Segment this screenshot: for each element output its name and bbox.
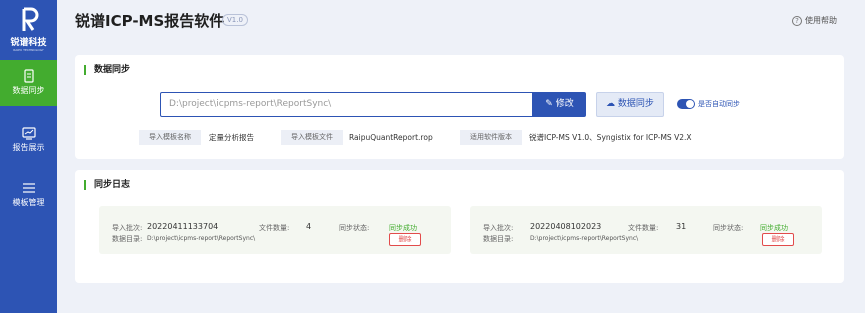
edit-icon: ✎ [545,99,553,109]
brand-name-cn: 锐谱科技 [10,38,47,48]
dir-label: 数据目录: [483,235,514,243]
app-title: 锐谱ICP-MS报告软件 [75,12,225,30]
count-label: 文件数量: [259,224,290,232]
sync-path-input[interactable]: D:\project\icpms-report\ReportSync\ [160,92,533,117]
data-sync-panel: 数据同步 D:\project\icpms-report\ReportSync\… [75,55,844,159]
batch-value: 20220408102023 [530,222,602,231]
software-version-value: 锐谱ICP-MS V1.0、Syngistix for ICP-MS V2.X [529,133,692,142]
status-value: 同步成功 [389,224,417,232]
edit-button-label: 修改 [555,99,574,109]
delete-button[interactable]: 删除 [389,233,421,246]
report-display-icon [21,127,36,140]
count-value: 31 [676,222,687,231]
panel-title: 数据同步 [84,65,130,75]
help-link[interactable]: ? 使用帮助 [792,15,837,26]
document-sync-icon [23,69,34,83]
sidebar: 锐谱科技 RAIPU TECHNOLOGY 数据同步 报告展示 模板管理 [0,0,57,313]
dir-value: D:\project\icpms-report\ReportSync\ [530,235,639,242]
count-label: 文件数量: [628,224,659,232]
template-file-label: 导入模板文件 [281,130,343,145]
status-label: 同步状态: [713,224,744,232]
help-label: 使用帮助 [805,16,837,25]
template-file-value: RaipuQuantReport.rop [349,133,433,142]
delete-button[interactable]: 删除 [762,233,794,246]
panel-title: 同步日志 [84,180,130,190]
cloud-sync-icon: ☁ [606,99,616,109]
batch-value: 20220411133704 [147,222,219,231]
question-icon: ? [792,15,802,26]
sidebar-item-label: 报告展示 [12,143,45,152]
batch-label: 导入批次: [483,224,514,232]
data-sync-button[interactable]: ☁ 数据同步 [596,92,664,117]
sync-log-panel: 同步日志 导入批次: 20220411133704 文件数量: 4 同步状态: … [75,170,844,283]
dir-value: D:\project\icpms-report\ReportSync\ [147,235,256,242]
template-name-value: 定量分析报告 [209,133,254,142]
sync-button-label: 数据同步 [617,99,654,109]
edit-button[interactable]: ✎ 修改 [533,92,586,117]
auto-sync-label: 是否自动同步 [698,100,740,108]
template-list-icon [22,183,35,193]
dir-label: 数据目录: [112,235,143,243]
log-entry: 导入批次: 20220408102023 文件数量: 31 同步状态: 同步成功… [470,206,822,254]
sidebar-item-report-display[interactable]: 报告展示 [0,117,57,163]
sidebar-item-template-management[interactable]: 模板管理 [0,172,57,218]
status-label: 同步状态: [339,224,370,232]
version-badge: V1.0 [222,14,248,26]
software-version-label: 适用软件版本 [460,130,522,145]
sidebar-item-label: 数据同步 [12,86,45,95]
brand-name-en: RAIPU TECHNOLOGY [13,48,44,52]
auto-sync-toggle[interactable] [677,99,695,109]
log-entry: 导入批次: 20220411133704 文件数量: 4 同步状态: 同步成功 … [99,206,451,254]
brand-logo: 锐谱科技 RAIPU TECHNOLOGY [0,6,57,54]
raipu-logo-icon [22,7,38,31]
count-value: 4 [306,222,312,231]
sidebar-item-data-sync[interactable]: 数据同步 [0,60,57,106]
batch-label: 导入批次: [112,224,143,232]
status-value: 同步成功 [760,224,788,232]
sidebar-item-label: 模板管理 [12,198,45,207]
toggle-knob [686,100,694,108]
template-name-label: 导入模板名称 [139,130,201,145]
